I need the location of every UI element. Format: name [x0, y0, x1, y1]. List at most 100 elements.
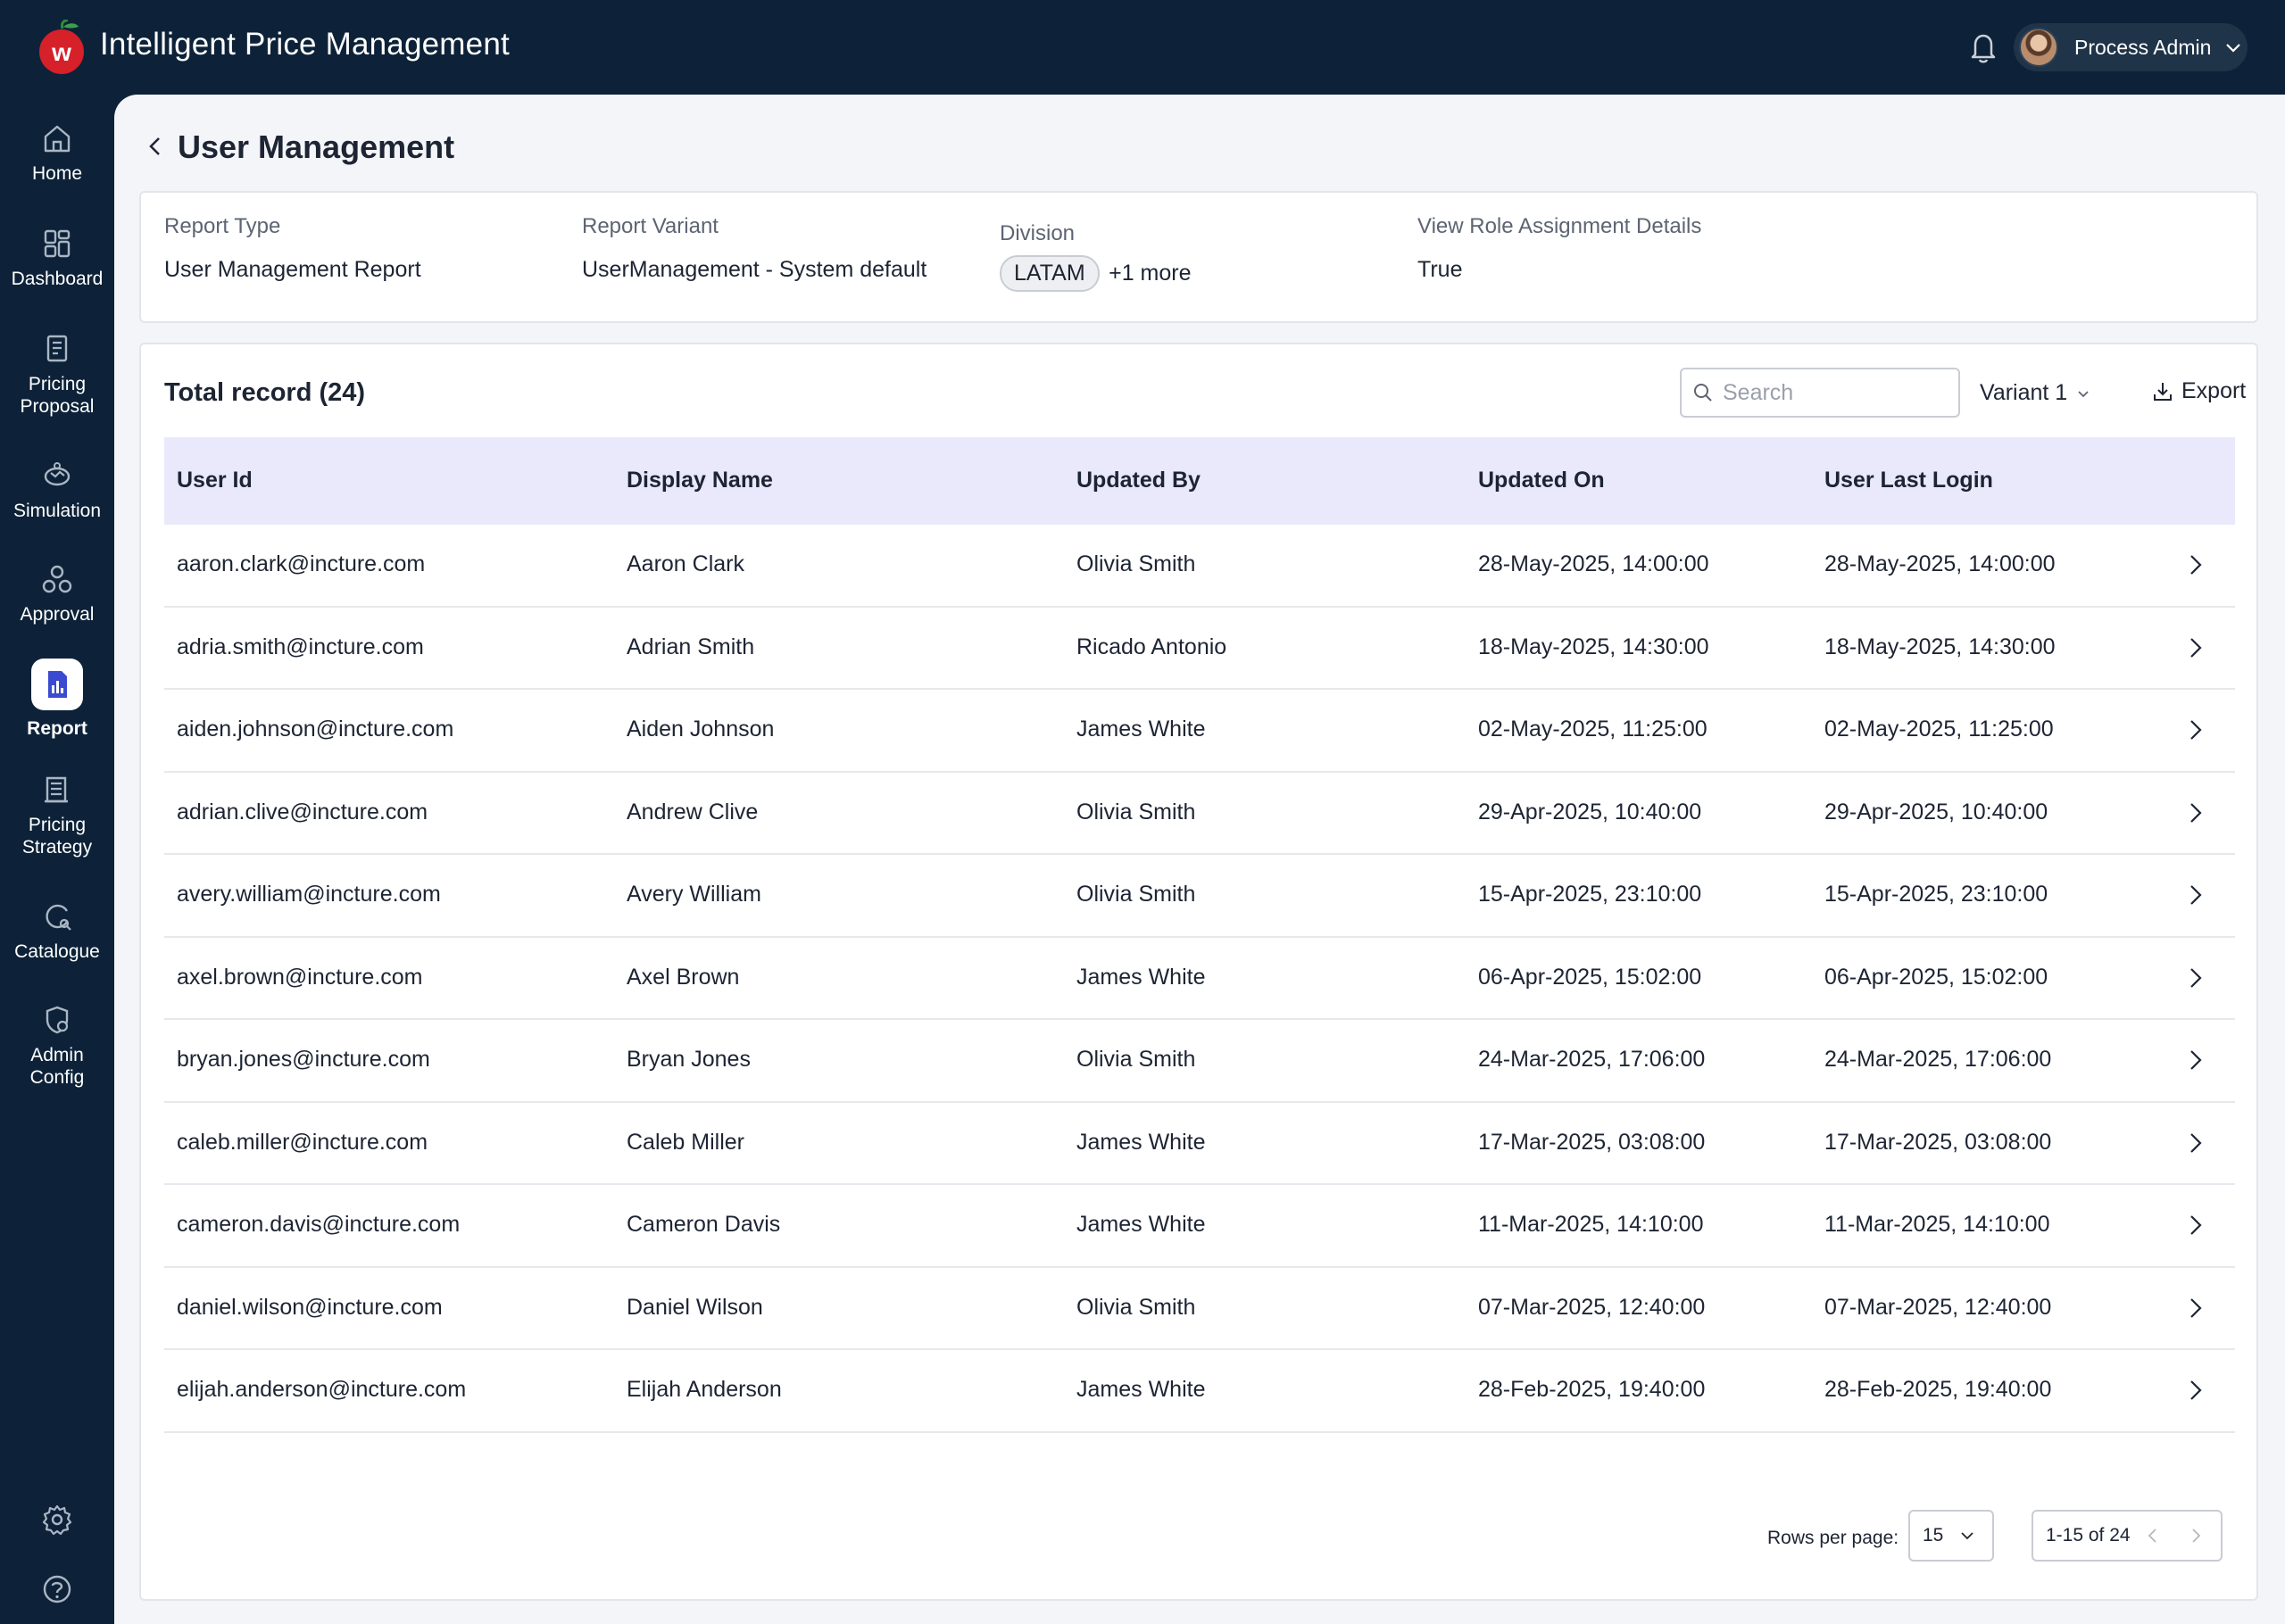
home-icon: [44, 125, 71, 153]
help-icon[interactable]: [40, 1572, 74, 1606]
chevron-right-icon[interactable]: [2181, 965, 2208, 991]
pricing-strategy-icon: [45, 776, 68, 803]
sidebar-item-approval[interactable]: Approval: [0, 562, 114, 626]
table-row[interactable]: elijah.anderson@incture.com Elijah Anders…: [164, 1350, 2235, 1433]
catalogue-icon: [46, 904, 71, 931]
sidebar-item-dashboard[interactable]: Dashboard: [0, 227, 114, 290]
sidebar-item-simulation[interactable]: Simulation: [0, 459, 114, 522]
prev-page-icon[interactable]: [2143, 1526, 2163, 1545]
filter-label: Report Variant: [582, 214, 719, 238]
filter-label: Division: [1000, 221, 1076, 245]
top-bar: w Intelligent Price Management Process A…: [0, 0, 2285, 95]
cell-updated-by: Olivia Smith: [1076, 882, 1196, 907]
sidebar-item-label: Proposal: [20, 396, 95, 417]
cell-display-name: Aiden Johnson: [627, 717, 775, 742]
cell-updated-on: 18-May-2025, 14:30:00: [1478, 634, 1709, 659]
table-row[interactable]: caleb.miller@incture.com Caleb Miller Jame…: [164, 1103, 2235, 1185]
cell-last-login: 24-Mar-2025, 17:06:00: [1824, 1047, 2052, 1072]
export-button[interactable]: Export: [2151, 378, 2246, 404]
table-row[interactable]: adrian.clive@incture.com Andrew Clive Oliv…: [164, 773, 2235, 855]
rows-per-page-label: Rows per page:: [1767, 1528, 1899, 1548]
cell-display-name: Adrian Smith: [627, 634, 755, 659]
table-row[interactable]: bryan.jones@incture.com Bryan Jones Olivia…: [164, 1020, 2235, 1103]
cell-updated-on: 28-Feb-2025, 19:40:00: [1478, 1377, 1706, 1402]
cell-updated-by: James White: [1076, 717, 1206, 742]
chevron-right-icon[interactable]: [2181, 800, 2208, 826]
dashboard-icon: [44, 229, 71, 258]
records-table-card: Total record (24) Variant 1 Export User …: [139, 343, 2258, 1601]
cell-user-id: axel.brown@incture.com: [177, 964, 423, 990]
cell-last-login: 17-Mar-2025, 03:08:00: [1824, 1129, 2052, 1155]
cell-user-id: bryan.jones@incture.com: [177, 1047, 430, 1072]
cell-user-id: daniel.wilson@incture.com: [177, 1294, 443, 1320]
table-row[interactable]: aaron.clark@incture.com Aaron Clark Olivia…: [164, 525, 2235, 608]
column-header-last-login[interactable]: User Last Login: [1824, 468, 1993, 493]
sidebar-item-pricing-proposal[interactable]: Pricing Proposal: [0, 332, 114, 418]
sidebar-item-home[interactable]: Home: [0, 121, 114, 185]
cell-user-id: adrian.clive@incture.com: [177, 799, 428, 824]
table-row[interactable]: aiden.johnson@incture.com Aiden Johnson Ja…: [164, 690, 2235, 773]
chevron-right-icon[interactable]: [2181, 1130, 2208, 1156]
sidebar-item-report[interactable]: Report: [0, 659, 114, 740]
back-chevron-icon[interactable]: [143, 134, 168, 159]
table-row[interactable]: cameron.davis@incture.com Cameron Davis Ja…: [164, 1185, 2235, 1268]
search-input[interactable]: [1723, 379, 1955, 406]
column-header-display-name[interactable]: Display Name: [627, 468, 773, 493]
filter-report-variant: Report Variant UserManagement - System d…: [582, 214, 926, 283]
cell-user-id: caleb.miller@incture.com: [177, 1129, 428, 1155]
notification-bell-icon[interactable]: [1967, 30, 1999, 64]
table-row[interactable]: daniel.wilson@incture.com Daniel Wilson Ol…: [164, 1268, 2235, 1350]
sidebar-item-catalogue[interactable]: Catalogue: [0, 899, 114, 963]
chevron-right-icon[interactable]: [2181, 634, 2208, 661]
report-icon: [48, 671, 67, 698]
table-row[interactable]: adria.smith@incture.com Adrian Smith Ricad…: [164, 608, 2235, 690]
sidebar: Home Dashboard Pricing Proposal Simulati…: [0, 95, 114, 1624]
settings-gear-icon[interactable]: [40, 1503, 74, 1537]
division-chip: LATAM: [1000, 255, 1100, 292]
search-box[interactable]: [1680, 368, 1960, 418]
user-menu[interactable]: Process Admin: [2014, 23, 2248, 71]
division-more-link[interactable]: +1 more: [1109, 261, 1191, 286]
cell-updated-on: 24-Mar-2025, 17:06:00: [1478, 1047, 1706, 1072]
cell-last-login: 18-May-2025, 14:30:00: [1824, 634, 2056, 659]
chevron-right-icon[interactable]: [2181, 1212, 2208, 1239]
sidebar-item-admin-config[interactable]: Admin Config: [0, 1003, 114, 1089]
cell-updated-by: Olivia Smith: [1076, 1047, 1196, 1072]
chevron-down-icon: [2226, 44, 2241, 53]
cell-last-login: 11-Mar-2025, 14:10:00: [1824, 1212, 2050, 1237]
search-icon: [1694, 384, 1712, 402]
admin-config-icon: [46, 1006, 69, 1034]
active-indicator: [31, 659, 83, 710]
next-page-icon[interactable]: [2186, 1526, 2206, 1545]
cell-updated-by: James White: [1076, 1377, 1206, 1402]
chevron-right-icon[interactable]: [2181, 717, 2208, 743]
cell-user-id: adria.smith@incture.com: [177, 634, 424, 659]
column-header-user-id[interactable]: User Id: [177, 468, 253, 493]
cell-updated-by: Ricado Antonio: [1076, 634, 1227, 659]
table-body: aaron.clark@incture.com Aaron Clark Olivia…: [164, 525, 2235, 1433]
cell-last-login: 28-May-2025, 14:00:00: [1824, 551, 2056, 576]
cell-user-id: aaron.clark@incture.com: [177, 551, 426, 576]
rows-per-page-select[interactable]: 15: [1908, 1510, 1994, 1562]
chevron-right-icon[interactable]: [2181, 1047, 2208, 1073]
column-header-updated-by[interactable]: Updated By: [1076, 468, 1201, 493]
simulation-icon: [44, 462, 71, 486]
sidebar-item-pricing-strategy[interactable]: Pricing Strategy: [0, 773, 114, 858]
approval-icon: [42, 565, 72, 593]
cell-last-login: 06-Apr-2025, 15:02:00: [1824, 964, 2048, 990]
sidebar-item-label: Report: [27, 718, 87, 739]
cell-display-name: Aaron Clark: [627, 551, 744, 576]
variant-dropdown[interactable]: Variant 1: [1980, 380, 2090, 406]
cell-display-name: Avery William: [627, 882, 761, 907]
filter-report-type: Report Type User Management Report: [164, 214, 421, 283]
column-header-updated-on[interactable]: Updated On: [1478, 468, 1605, 493]
table-row[interactable]: avery.william@incture.com Avery William Ol…: [164, 855, 2235, 938]
chevron-right-icon[interactable]: [2181, 882, 2208, 908]
chevron-right-icon[interactable]: [2181, 1295, 2208, 1322]
svg-text:w: w: [51, 38, 71, 66]
app-title: Intelligent Price Management: [100, 27, 510, 62]
filter-role-assignment: View Role Assignment Details True: [1417, 214, 1701, 283]
chevron-right-icon[interactable]: [2181, 551, 2208, 578]
table-row[interactable]: axel.brown@incture.com Axel Brown James Wh…: [164, 938, 2235, 1020]
chevron-right-icon[interactable]: [2181, 1377, 2208, 1404]
